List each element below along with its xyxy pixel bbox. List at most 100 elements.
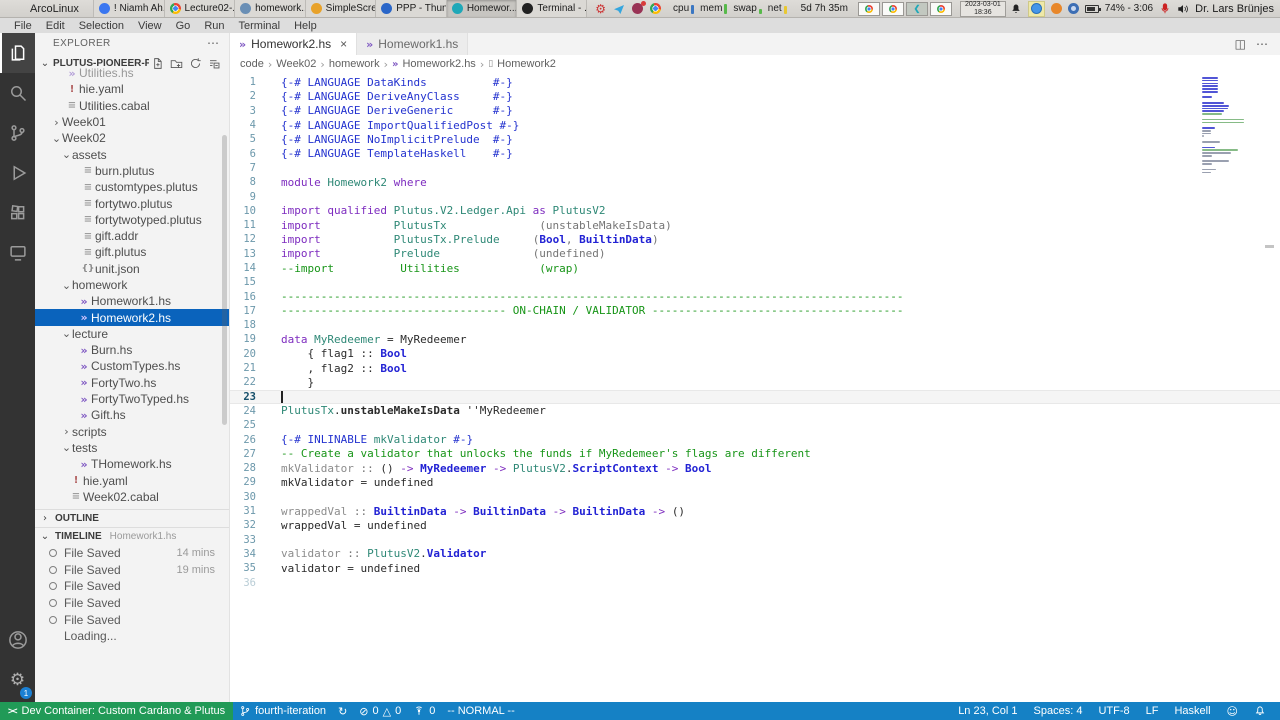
remote-indicator[interactable]: >< Dev Container: Custom Cardano & Plutu… xyxy=(0,702,233,720)
taskbar-window[interactable]: Lecture02-... xyxy=(164,0,235,17)
tree-item-utilities-hs[interactable]: »Utilities.hs xyxy=(35,65,229,81)
notifications-button[interactable] xyxy=(1248,705,1272,717)
code-line[interactable]: 12import PlutusTx.Prelude (Bool, Builtin… xyxy=(230,232,1280,246)
chrome-tray-icon[interactable] xyxy=(650,3,661,14)
timeline-item[interactable]: File Saved xyxy=(35,578,229,595)
code-line[interactable]: 23 xyxy=(230,390,1280,404)
encoding-indicator[interactable]: UTF-8 xyxy=(1092,705,1135,717)
taskbar-window[interactable]: SimpleScre... xyxy=(305,0,376,17)
volume-icon[interactable] xyxy=(1177,3,1189,15)
workspace-preview-4[interactable] xyxy=(930,2,952,16)
feedback-button[interactable]: ☺ xyxy=(1221,705,1244,718)
menu-selection[interactable]: Selection xyxy=(73,20,130,32)
menu-go[interactable]: Go xyxy=(170,20,197,32)
code-line[interactable]: 18 xyxy=(230,318,1280,332)
tree-item-lecture[interactable]: ⌄lecture xyxy=(35,326,229,342)
language-indicator[interactable]: Haskell xyxy=(1168,705,1216,717)
code-line[interactable]: 21 , flag2 :: Bool xyxy=(230,361,1280,375)
breadcrumb-week02[interactable]: Week02 xyxy=(276,58,316,70)
extensions-icon[interactable] xyxy=(0,193,35,233)
tree-item-assets[interactable]: ⌄assets xyxy=(35,146,229,162)
remote-explorer-icon[interactable] xyxy=(0,233,35,273)
code-line[interactable]: 25 xyxy=(230,418,1280,432)
breadcrumb-module[interactable]: Homework2 xyxy=(497,58,556,70)
tree-item-tests[interactable]: ⌄tests xyxy=(35,440,229,456)
code-line[interactable]: 36 xyxy=(230,575,1280,589)
taskbar-window[interactable]: Homewor... xyxy=(446,0,517,17)
source-control-icon[interactable] xyxy=(0,113,35,153)
tree-item-fortytwo-hs[interactable]: »FortyTwo.hs xyxy=(35,375,229,391)
code-line[interactable]: 34validator :: PlutusV2.Validator xyxy=(230,547,1280,561)
tree-item-hie-yaml[interactable]: !hie.yaml xyxy=(35,81,229,97)
tree-item-utilities-cabal[interactable]: ≡Utilities.cabal xyxy=(35,98,229,114)
update-notifier-icon[interactable]: ⚙ xyxy=(595,3,606,15)
code-line[interactable]: 4{-# LANGUAGE ImportQualifiedPost #-} xyxy=(230,118,1280,132)
code-line[interactable]: 15 xyxy=(230,275,1280,289)
code-line[interactable]: 29mkValidator = undefined xyxy=(230,475,1280,489)
code-line[interactable]: 30 xyxy=(230,490,1280,504)
tree-item-homework[interactable]: ⌄homework xyxy=(35,277,229,293)
code-line[interactable]: 19data MyRedeemer = MyRedeemer xyxy=(230,332,1280,346)
code-line[interactable]: 7 xyxy=(230,161,1280,175)
code-line[interactable]: 1{-# LANGUAGE DataKinds #-} xyxy=(230,75,1280,89)
menu-file[interactable]: File xyxy=(8,20,38,32)
code-line[interactable]: 24PlutusTx.unstableMakeIsData ''MyRedeem… xyxy=(230,404,1280,418)
breadcrumb-homework[interactable]: homework xyxy=(329,58,380,70)
chromium-tray-highlight[interactable] xyxy=(1028,1,1045,17)
app-menu-arcolinux[interactable]: ArcoLinux xyxy=(0,3,93,15)
code-line[interactable]: 8module Homework2 where xyxy=(230,175,1280,189)
code-line[interactable]: 16--------------------------------------… xyxy=(230,289,1280,303)
taskbar-window[interactable]: PPP - Thun... xyxy=(375,0,446,17)
code-line[interactable]: 9 xyxy=(230,189,1280,203)
code-line[interactable]: 28mkValidator :: () -> MyRedeemer -> Plu… xyxy=(230,461,1280,475)
split-editor-icon[interactable]: ◫ xyxy=(1235,37,1246,51)
tree-item-homework1-hs[interactable]: »Homework1.hs xyxy=(35,293,229,309)
account-icon[interactable] xyxy=(0,620,35,660)
tree-item-week02[interactable]: ⌄Week02 xyxy=(35,130,229,146)
code-line[interactable]: 27-- Create a validator that unlocks the… xyxy=(230,447,1280,461)
code-line[interactable]: 35validator = undefined xyxy=(230,561,1280,575)
menu-terminal[interactable]: Terminal xyxy=(233,20,287,32)
outline-header[interactable]: › OUTLINE xyxy=(35,509,229,527)
code-line[interactable]: 2{-# LANGUAGE DeriveAnyClass #-} xyxy=(230,89,1280,103)
explorer-icon[interactable] xyxy=(0,33,35,73)
menu-help[interactable]: Help xyxy=(288,20,323,32)
code-line[interactable]: 13import Prelude (undefined) xyxy=(230,247,1280,261)
problems-indicator[interactable]: ⊘ 0 △ 0 xyxy=(353,705,407,718)
timeline-item[interactable]: File Saved xyxy=(35,611,229,628)
timeline-item[interactable]: File Saved14 mins xyxy=(35,545,229,562)
minimap[interactable] xyxy=(1202,77,1248,177)
menu-edit[interactable]: Edit xyxy=(40,20,71,32)
tree-item-week01[interactable]: ›Week01 xyxy=(35,114,229,130)
taskbar-window[interactable]: Terminal - ... xyxy=(516,0,587,17)
workspace-preview-2[interactable] xyxy=(882,2,904,16)
code-line[interactable]: 10import qualified Plutus.V2.Ledger.Api … xyxy=(230,204,1280,218)
settings-gear-icon[interactable]: ⚙ 1 xyxy=(0,660,35,700)
vim-mode-indicator[interactable]: -- NORMAL -- xyxy=(441,705,520,717)
microphone-icon[interactable] xyxy=(1159,3,1171,15)
menu-run[interactable]: Run xyxy=(198,20,230,32)
code-line[interactable]: 5{-# LANGUAGE NoImplicitPrelude #-} xyxy=(230,132,1280,146)
code-line[interactable]: 14--import Utilities (wrap) xyxy=(230,261,1280,275)
timeline-item[interactable]: File Saved19 mins xyxy=(35,562,229,579)
sidebar-scrollbar[interactable] xyxy=(222,135,227,425)
code-line[interactable]: 20 { flag1 :: Bool xyxy=(230,347,1280,361)
tree-item-hie-yaml[interactable]: !hie.yaml xyxy=(35,472,229,488)
tree-item-gift-plutus[interactable]: ≡gift.plutus xyxy=(35,244,229,260)
workspace-preview-1[interactable] xyxy=(858,2,880,16)
search-icon[interactable] xyxy=(0,73,35,113)
tree-item-customtypes-hs[interactable]: »CustomTypes.hs xyxy=(35,358,229,374)
timeline-item[interactable]: File Saved xyxy=(35,595,229,612)
tree-item-homework2-hs[interactable]: »Homework2.hs xyxy=(35,309,229,325)
orange-app-icon[interactable] xyxy=(1051,3,1062,14)
breadcrumb-file[interactable]: Homework2.hs xyxy=(402,58,475,70)
eol-indicator[interactable]: LF xyxy=(1140,705,1165,717)
sync-button[interactable]: ↻ xyxy=(332,705,353,718)
code-line[interactable]: 6{-# LANGUAGE TemplateHaskell #-} xyxy=(230,146,1280,160)
tree-item-customtypes-plutus[interactable]: ≡customtypes.plutus xyxy=(35,179,229,195)
telegram-icon[interactable] xyxy=(613,3,625,15)
code-line[interactable]: 31wrappedVal :: BuiltinData -> BuiltinDa… xyxy=(230,504,1280,518)
tree-item-week02-cabal[interactable]: ≡Week02.cabal xyxy=(35,489,229,505)
workspace-preview-3[interactable]: ❮ xyxy=(906,2,928,16)
indent-indicator[interactable]: Spaces: 4 xyxy=(1028,705,1089,717)
